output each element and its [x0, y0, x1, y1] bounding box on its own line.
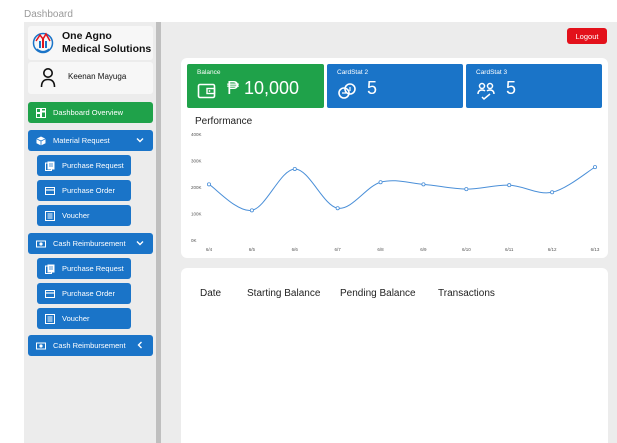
stat-value: 5 — [367, 78, 378, 98]
nav-label: Material Request — [53, 136, 110, 145]
data-point[interactable] — [378, 180, 383, 185]
dashboard-icon — [36, 107, 46, 118]
nav-label: Purchase Request — [62, 161, 124, 170]
nav-label: Purchase Request — [62, 264, 124, 273]
sidebar: One Agno Medical Solutions Keenan Mayuga… — [24, 22, 157, 443]
column-header-starting-balance: Starting Balance — [247, 288, 321, 299]
transactions-table: Date Starting Balance Pending Balance Tr… — [181, 268, 608, 443]
nav-label: Dashboard Overview — [53, 108, 124, 117]
performance-title: Performance — [195, 116, 253, 127]
series-line — [208, 166, 596, 211]
brand-name: One Agno Medical Solutions — [62, 30, 151, 56]
x-tick-label: 6/13 — [591, 247, 600, 252]
y-tick-label: 200K — [191, 185, 202, 190]
brand: One Agno Medical Solutions — [28, 26, 153, 60]
cash-icon — [36, 239, 46, 249]
stat-value: 5 — [506, 78, 517, 98]
data-point[interactable] — [249, 208, 254, 213]
column-header-transactions: Transactions — [438, 288, 495, 299]
nav-cr-purchase-order[interactable]: Purchase Order — [37, 283, 131, 304]
stat-card-balance: Balance ₱ 10,000 — [187, 64, 324, 108]
chevron-left-icon[interactable] — [135, 340, 145, 350]
stat-value: ₱ 10,000 — [227, 78, 300, 98]
user-name: Keenan Mayuga — [68, 72, 127, 81]
chevron-down-icon[interactable] — [135, 238, 145, 248]
nav-cr-voucher[interactable]: Voucher — [37, 308, 131, 329]
data-point[interactable] — [206, 182, 211, 187]
nav-label: Purchase Order — [62, 186, 115, 195]
stat-card-3: CardStat 3 5 — [466, 64, 602, 108]
app-window: One Agno Medical Solutions Keenan Mayuga… — [24, 22, 617, 443]
data-point[interactable] — [592, 165, 597, 170]
nav-label: Voucher — [62, 314, 90, 323]
x-tick-label: 6/7 — [335, 247, 342, 252]
data-point[interactable] — [335, 206, 340, 211]
column-header-date: Date — [200, 288, 222, 299]
data-point[interactable] — [550, 190, 555, 195]
nav-cash-reimbursement-2[interactable]: Cash Reimbursement — [28, 335, 153, 356]
nav-material-request[interactable]: Material Request — [28, 130, 153, 151]
nav-label: Cash Reimbursement — [53, 341, 126, 350]
y-tick-label: 100K — [191, 212, 202, 217]
list-document-icon — [45, 313, 55, 324]
people-icon — [477, 82, 495, 101]
user-profile[interactable]: Keenan Mayuga — [28, 62, 153, 94]
box-icon — [36, 136, 46, 146]
nav-label: Purchase Order — [62, 289, 115, 298]
y-tick-label: 400K — [191, 132, 202, 137]
stat-label: CardStat 2 — [337, 69, 369, 76]
document-copy-icon — [45, 161, 55, 171]
nav-label: Cash Reimbursement — [53, 239, 126, 248]
data-point[interactable] — [421, 182, 426, 187]
document-copy-icon — [45, 264, 55, 274]
stat-label: Balance — [197, 69, 221, 76]
column-header-pending-balance: Pending Balance — [340, 288, 416, 299]
wallet-icon — [197, 83, 216, 99]
card-icon — [45, 289, 55, 299]
x-tick-label: 6/8 — [377, 247, 384, 252]
nav-cr-purchase-request[interactable]: Purchase Request — [37, 258, 131, 279]
x-tick-label: 6/9 — [420, 247, 427, 252]
x-tick-label: 6/12 — [548, 247, 557, 252]
main-content: Logout Balance ₱ 10,000 CardStat 2 5 Car… — [161, 22, 617, 443]
x-tick-label: 6/6 — [292, 247, 299, 252]
company-logo — [32, 32, 54, 54]
performance-chart: 0K 100K 200K 300K 400K 6/4 6/5 6/6 6/7 6/8 6/9 6/10… — [191, 132, 600, 252]
brand-name-line1: One Agno — [62, 30, 112, 42]
y-tick-label: 300K — [191, 159, 202, 164]
chevron-down-icon[interactable] — [135, 135, 145, 145]
nav-mr-voucher[interactable]: Voucher — [37, 205, 131, 226]
nav-mr-purchase-order[interactable]: Purchase Order — [37, 180, 131, 201]
overview-panel: Balance ₱ 10,000 CardStat 2 5 CardStat 3… — [181, 58, 608, 258]
user-icon — [40, 68, 56, 88]
nav-cash-reimbursement[interactable]: Cash Reimbursement — [28, 233, 153, 254]
nav-label: Voucher — [62, 211, 90, 220]
data-point[interactable] — [507, 183, 512, 188]
x-tick-label: 6/4 — [206, 247, 213, 252]
data-point[interactable] — [464, 187, 469, 192]
stat-label: CardStat 3 — [476, 69, 508, 76]
cash-icon — [36, 341, 46, 351]
list-document-icon — [45, 210, 55, 221]
card-icon — [45, 186, 55, 196]
nav-mr-purchase-request[interactable]: Purchase Request — [37, 155, 131, 176]
data-point[interactable] — [292, 166, 297, 171]
stat-card-2: CardStat 2 5 — [327, 64, 463, 108]
coins-icon — [338, 83, 356, 99]
x-tick-label: 6/5 — [249, 247, 256, 252]
frame-title: Dashboard — [24, 9, 73, 20]
brand-name-line2: Medical Solutions — [62, 43, 152, 55]
x-tick-label: 6/10 — [462, 247, 471, 252]
y-tick-label: 0K — [191, 238, 197, 243]
nav-dashboard-overview[interactable]: Dashboard Overview — [28, 102, 153, 123]
x-tick-label: 6/11 — [505, 247, 514, 252]
logout-button[interactable]: Logout — [567, 28, 607, 44]
